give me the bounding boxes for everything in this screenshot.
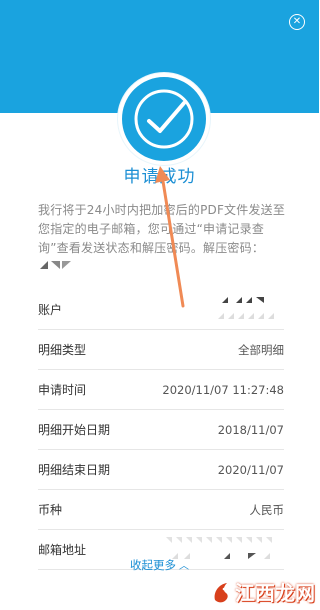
row-value: 人民币 bbox=[249, 502, 285, 517]
collapse-more-label: 收起更多 bbox=[130, 558, 176, 572]
notice-text: 我行将于24小时内把加密后的PDF文件发送至您指定的电子邮箱，您可通过“申请记录… bbox=[38, 201, 288, 277]
row-detail-type: 明细类型 全部明细 bbox=[38, 330, 284, 370]
status-title: 申请成功 bbox=[123, 167, 196, 187]
detail-list: 账户 明细类型 全部明细 申请时间 2020/11/07 11:27:48 明细… bbox=[38, 290, 284, 570]
row-label: 账户 bbox=[38, 303, 63, 317]
row-label: 邮箱地址 bbox=[38, 543, 87, 557]
password-redaction bbox=[38, 258, 74, 277]
watermark: 江西龙网 bbox=[211, 577, 315, 606]
row-label: 明细结束日期 bbox=[38, 463, 111, 477]
row-start-date: 明细开始日期 2018/11/07 bbox=[38, 410, 284, 450]
row-end-date: 明细结束日期 2020/11/07 bbox=[38, 450, 284, 490]
row-value: 全部明细 bbox=[238, 342, 284, 357]
collapse-more-link[interactable]: 收起更多 ︿ bbox=[0, 557, 319, 573]
row-value: 2018/11/07 bbox=[217, 422, 284, 437]
account-redaction bbox=[214, 293, 284, 326]
close-icon[interactable]: ✕ bbox=[289, 14, 305, 30]
row-apply-time: 申请时间 2020/11/07 11:27:48 bbox=[38, 370, 284, 410]
notice-body: 我行将于24小时内把加密后的PDF文件发送至您指定的电子邮箱，您可通过“申请记录… bbox=[38, 203, 286, 255]
chevron-up-icon: ︿ bbox=[179, 561, 189, 572]
dragon-logo bbox=[214, 582, 228, 602]
row-value: 2020/11/07 bbox=[217, 462, 284, 477]
row-label: 明细开始日期 bbox=[38, 423, 111, 437]
row-label: 币种 bbox=[38, 503, 63, 517]
row-value: 2020/11/07 11:27:48 bbox=[162, 382, 284, 397]
row-label: 申请时间 bbox=[38, 383, 87, 397]
check-circle-icon bbox=[118, 73, 210, 165]
row-label: 明细类型 bbox=[38, 343, 87, 357]
watermark-text: 江西龙网 bbox=[235, 581, 315, 605]
row-currency: 币种 人民币 bbox=[38, 490, 284, 530]
row-account: 账户 bbox=[38, 290, 284, 330]
